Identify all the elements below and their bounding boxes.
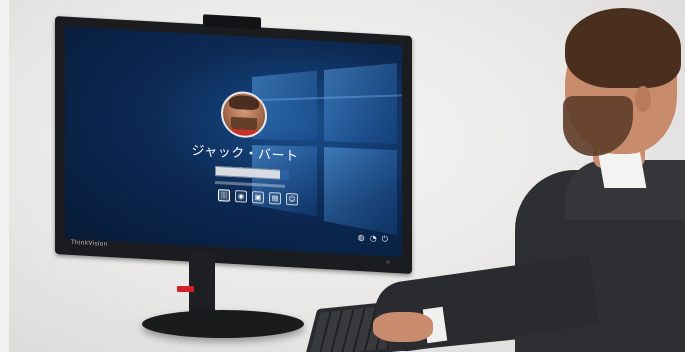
hand-on-keyboard [373, 312, 433, 342]
photo-border [0, 0, 9, 352]
pin-icon: ▣ [252, 191, 264, 204]
stand-red-tab [177, 286, 194, 292]
fingerprint-icon: ◉ [235, 190, 247, 203]
monitor-screen: ジャック・バートン ⚿ ◉ ▣ ▤ ☺ ◍ ◔ ⏻ [65, 26, 402, 258]
monitor-bezel: ジャック・バートン ⚿ ◉ ▣ ▤ ☺ ◍ ◔ ⏻ ThinkVision [55, 14, 412, 274]
man-at-desk [371, 0, 685, 352]
network-icon: ◍ [357, 232, 365, 243]
monitor: ジャック・バートン ⚿ ◉ ▣ ▤ ☺ ◍ ◔ ⏻ ThinkVision [55, 14, 412, 274]
monitor-brand-label: ThinkVision [71, 238, 108, 248]
smartcard-icon: ▤ [269, 191, 281, 205]
hair [565, 8, 681, 88]
power-icon: ⏻ [381, 234, 388, 244]
face-icon: ☺ [286, 192, 298, 206]
accessibility-icon: ◔ [369, 233, 377, 243]
monitor-base [142, 310, 304, 338]
key-icon: ⚿ [218, 189, 230, 202]
shirt-collar [597, 150, 647, 188]
submit-arrow-icon [280, 169, 289, 181]
photo-scene: ジャック・バートン ⚿ ◉ ▣ ▤ ☺ ◍ ◔ ⏻ ThinkVision [0, 0, 685, 352]
system-tray: ◍ ◔ ⏻ [358, 233, 388, 245]
webcam [203, 14, 261, 30]
ear [635, 86, 651, 112]
power-indicator [386, 260, 390, 264]
